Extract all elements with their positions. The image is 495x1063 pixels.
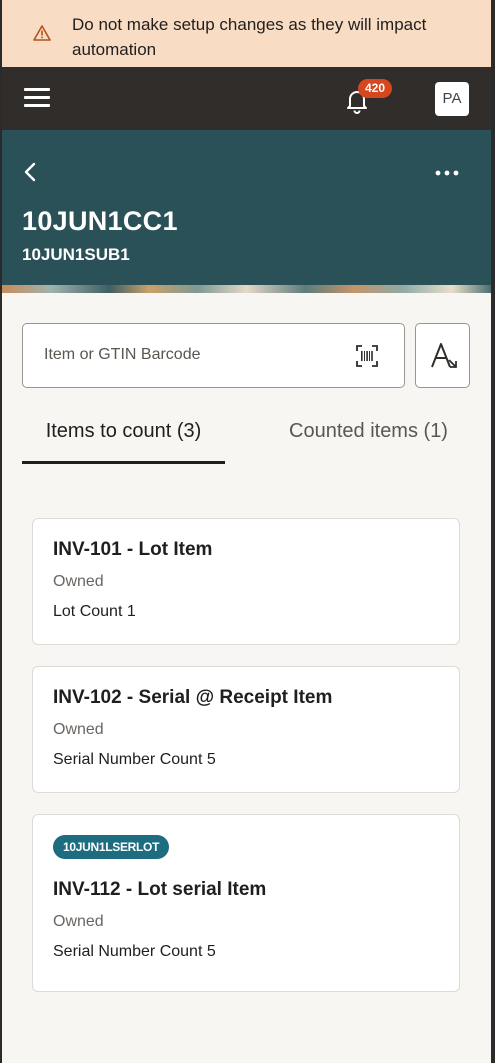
item-card[interactable]: 10JUN1LSERLOT INV-112 - Lot serial Item … [32,814,460,992]
decorative-banner [2,285,491,293]
menu-icon[interactable] [24,88,50,108]
item-name: INV-102 - Serial @ Receipt Item [53,687,333,708]
item-count: Serial Number Count 5 [53,751,216,768]
search-placeholder: Item or GTIN Barcode [44,346,201,363]
search-input[interactable]: Item or GTIN Barcode [22,323,405,388]
item-count: Lot Count 1 [53,603,136,620]
tab-bar: Items to count (3) Counted items (1) [22,420,472,466]
item-card[interactable]: INV-102 - Serial @ Receipt Item Owned Se… [32,666,460,793]
page-subtitle: 10JUN1SUB1 [22,245,130,264]
sort-button[interactable] [415,323,470,388]
tab-items-to-count[interactable]: Items to count (3) [22,420,225,464]
item-ownership: Owned [53,573,104,590]
item-ownership: Owned [53,913,104,930]
item-card[interactable]: INV-101 - Lot Item Owned Lot Count 1 [32,518,460,645]
barcode-scan-icon[interactable] [356,345,378,367]
back-icon[interactable] [20,160,42,184]
warning-banner: Do not make setup changes as they will i… [2,0,491,67]
page-title: 10JUN1CC1 [22,206,178,236]
warning-text: Do not make setup changes as they will i… [72,15,427,59]
app-frame: Do not make setup changes as they will i… [2,0,491,1063]
avatar[interactable]: PA [435,82,469,116]
search-row: Item or GTIN Barcode [22,323,470,388]
item-count: Serial Number Count 5 [53,943,216,960]
item-tag: 10JUN1LSERLOT [53,835,170,859]
page-header: 10JUN1CC1 10JUN1SUB1 [2,130,491,293]
item-name: INV-112 - Lot serial Item [53,879,267,900]
notification-badge: 420 [358,79,393,98]
tab-counted-items[interactable]: Counted items (1) [265,420,472,464]
item-ownership: Owned [53,721,104,738]
top-bar: 420 PA [2,67,491,130]
item-name: INV-101 - Lot Item [53,539,213,560]
more-options-icon[interactable] [434,168,460,178]
sort-alpha-icon [431,343,457,368]
warning-icon [33,25,51,41]
